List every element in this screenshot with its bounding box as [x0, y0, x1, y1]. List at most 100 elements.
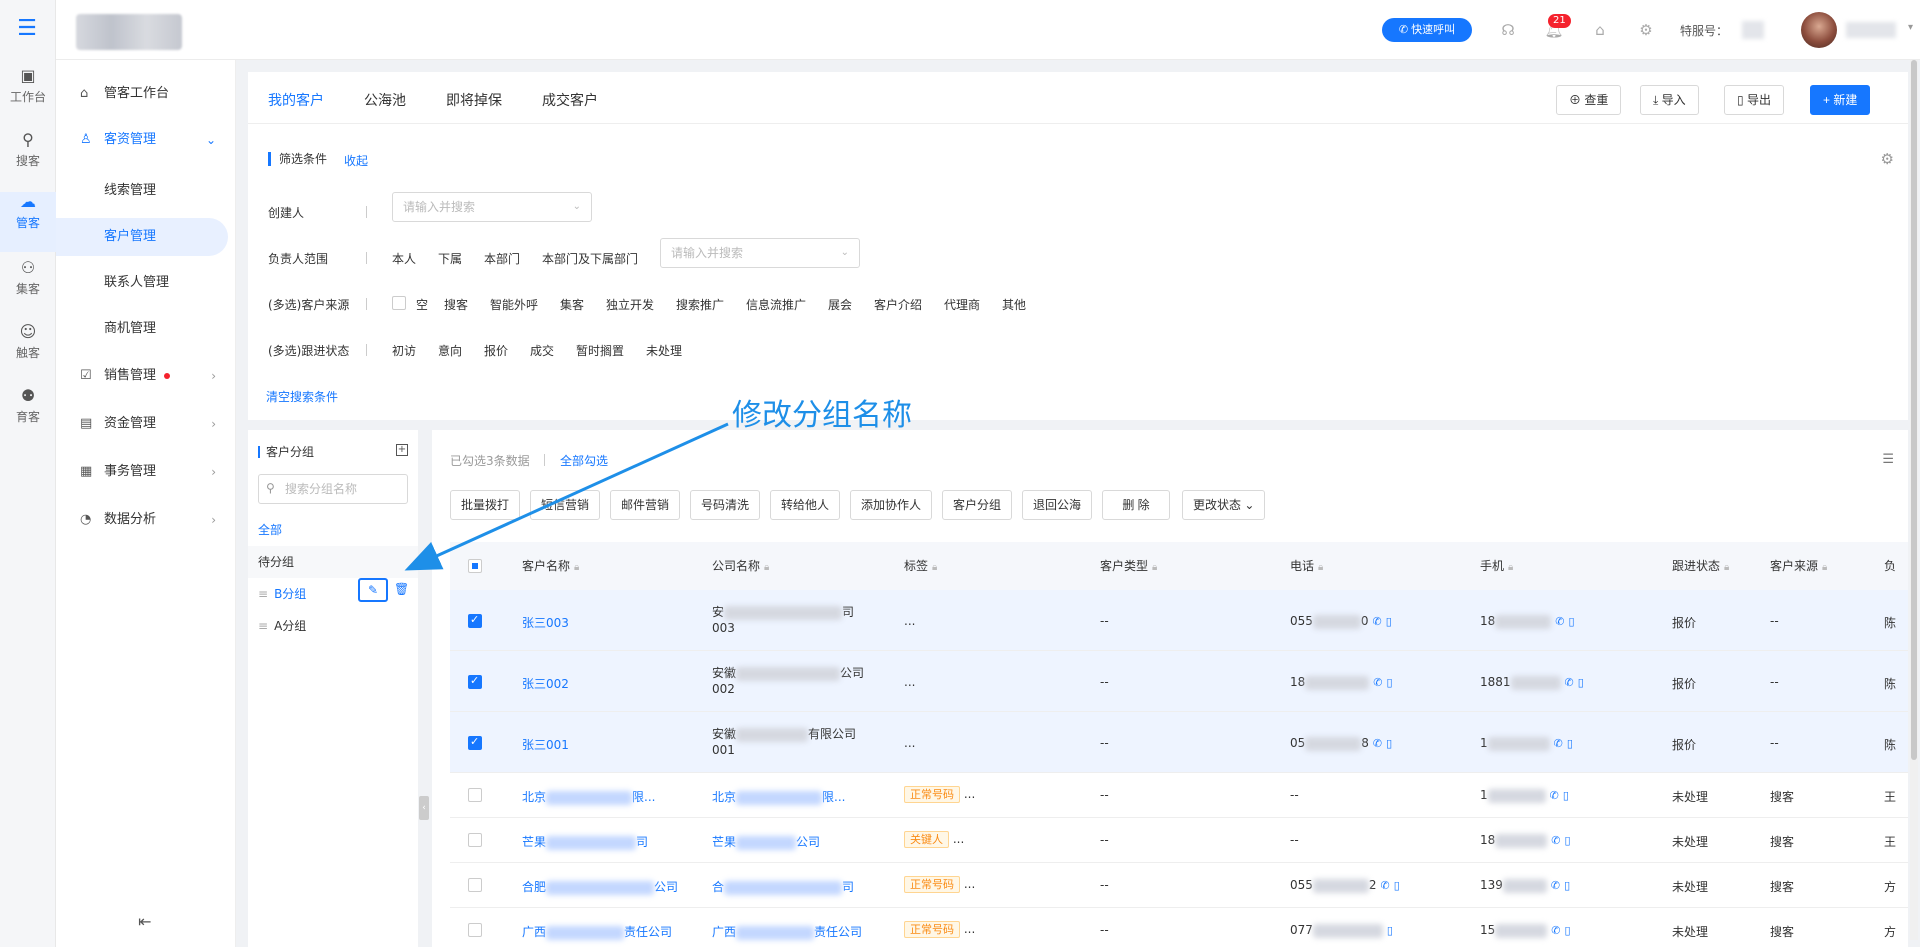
column-header[interactable]: 客户来源 🔒︎ [1770, 542, 1827, 592]
customer-name-link[interactable]: 北京 限... [522, 788, 655, 805]
source-option[interactable]: 空 [416, 296, 428, 313]
phone-call-icon[interactable]: ✆ [1373, 737, 1382, 750]
owner-option[interactable]: 本人 [392, 250, 416, 267]
email-marketing-button[interactable]: 邮件营销 [610, 490, 681, 520]
company-name-link[interactable]: 北京 限... [712, 788, 845, 805]
source-option[interactable]: 代理商 [944, 296, 980, 313]
group-search-input[interactable] [258, 474, 408, 504]
chevron-down-icon[interactable]: ▾ [1908, 22, 1913, 33]
add-collaborator-button[interactable]: 添加协作人 [850, 490, 933, 520]
row-checkbox[interactable] [468, 613, 482, 628]
column-header[interactable]: 跟进状态 🔒︎ [1672, 542, 1729, 592]
status-option[interactable]: 成交 [530, 342, 554, 359]
phone-call-icon[interactable]: ✆ [1551, 924, 1560, 937]
owner-option[interactable]: 本部门及下属部门 [542, 250, 638, 267]
table-row[interactable]: 广西 责任公司 广西 责任公司 正常号码 ... -- 077 ▯ 15 ✆ ▯ 未处理 … [450, 908, 1908, 947]
status-option[interactable]: 未处理 [646, 342, 682, 359]
tag-more[interactable]: ... [964, 922, 975, 936]
sidebar-group-affairs[interactable]: ▦ 事务管理 › [56, 454, 228, 490]
gear-icon[interactable]: ⚙ [1636, 20, 1656, 40]
phone-call-icon[interactable]: ✆ [1555, 615, 1564, 628]
owner-select[interactable]: 请输入并搜索 ⌄ [660, 238, 860, 268]
phone-call-icon[interactable]: ✆ [1565, 676, 1574, 689]
row-checkbox[interactable] [468, 788, 482, 802]
customer-name-link[interactable]: 广西 责任公司 [522, 923, 672, 940]
sidebar-group-analytics[interactable]: ◔ 数据分析 › [56, 502, 228, 538]
dedupe-button[interactable]: ⊕ 查重 [1556, 85, 1622, 115]
phone-call-icon[interactable]: ✆ [1373, 676, 1382, 689]
create-button[interactable]: + 新建 [1810, 85, 1871, 115]
rail-item-collect-customer[interactable]: ⚇ 集客 [0, 258, 56, 318]
tab-public-pool[interactable]: 公海池 [364, 90, 406, 110]
source-option[interactable]: 客户介绍 [874, 296, 922, 313]
return-pool-button[interactable]: 退回公海 [1022, 490, 1093, 520]
company-name-link[interactable]: 合司 [712, 878, 854, 895]
number-cleaning-button[interactable]: 号码清洗 [690, 490, 761, 520]
sidebar-collapse-icon[interactable]: ⇤ [138, 912, 151, 931]
drag-handle-icon[interactable]: ≡ [258, 587, 268, 601]
sidebar-group-customer-mgmt[interactable]: ♙ 客资管理 ⌄ [56, 122, 228, 158]
group-item-b[interactable]: ≡ B分组 [248, 578, 418, 610]
source-option[interactable]: 搜索推广 [676, 296, 724, 313]
gear-icon[interactable]: ⚙ [1881, 150, 1894, 168]
phone-call-icon[interactable]: ✆ [1554, 737, 1563, 750]
customer-name-link[interactable]: 张三001 [522, 736, 569, 753]
group-item-a[interactable]: ≡ A分组 [248, 610, 418, 642]
trash-icon[interactable]: 🗑︎ [394, 582, 409, 596]
customer-name-link[interactable]: 芒果 司 [522, 833, 648, 850]
sidebar-group-sales[interactable]: ☑ 销售管理 › [56, 358, 228, 394]
mobile-icon[interactable]: ▯ [1569, 615, 1575, 628]
row-checkbox[interactable] [468, 923, 482, 937]
rail-item-workbench[interactable]: ▣ 工作台 [0, 66, 56, 126]
mobile-icon[interactable]: ▯ [1387, 924, 1393, 937]
avatar[interactable] [1801, 12, 1837, 48]
hamburger-menu-icon[interactable]: ☰ [16, 18, 38, 40]
source-option[interactable]: 集客 [560, 296, 584, 313]
table-row[interactable]: 北京 限... 北京 限... 正常号码 ... -- -- 1 ✆ ▯ 未处理 搜客 … [450, 773, 1908, 818]
brand-logo[interactable] [76, 14, 182, 50]
status-option[interactable]: 初访 [392, 342, 416, 359]
sidebar-item-contacts[interactable]: 联系人管理 [56, 264, 228, 302]
table-row[interactable]: 张三002 安徽 公司 002 ... -- 18 ✆ ▯ 1881 ✆ ▯ 报价 -- 陈 [450, 651, 1908, 712]
export-button[interactable]: ▯ 导出 [1724, 85, 1784, 115]
status-option[interactable]: 报价 [484, 342, 508, 359]
rail-item-manage-customer[interactable]: ☁ 管客 [0, 192, 56, 252]
sidebar-item-workbench[interactable]: ⌂ 管客工作台 [56, 76, 228, 112]
owner-option[interactable]: 本部门 [484, 250, 520, 267]
source-option[interactable]: 展会 [828, 296, 852, 313]
clear-filters-link[interactable]: 清空搜索条件 [266, 388, 338, 405]
phone-call-icon[interactable]: ✆ [1381, 879, 1390, 892]
group-item-ungrouped[interactable]: 待分组 [248, 546, 418, 578]
status-option[interactable]: 暂时搁置 [576, 342, 624, 359]
delete-button[interactable]: 删 除 [1102, 490, 1170, 520]
mobile-icon[interactable]: ▯ [1564, 879, 1570, 892]
page-scrollbar[interactable] [1910, 60, 1918, 940]
column-header[interactable]: 客户名称 🔒︎ [522, 542, 579, 592]
column-header[interactable]: 标签 🔒︎ [904, 542, 937, 592]
header-checkbox[interactable] [468, 559, 482, 573]
table-row[interactable]: 芒果 司 芒果 公司 关键人 ... -- -- 18 ✆ ▯ 未处理 搜客 王 [450, 818, 1908, 863]
tag-more[interactable]: ... [953, 832, 964, 846]
phone-call-icon[interactable]: ✆ [1551, 834, 1560, 847]
transfer-button[interactable]: 转给他人 [770, 490, 841, 520]
phone-call-icon[interactable]: ✆ [1550, 789, 1559, 802]
sms-marketing-button[interactable]: 短信营销 [530, 490, 601, 520]
row-checkbox[interactable] [468, 735, 482, 750]
mobile-icon[interactable]: ▯ [1386, 737, 1392, 750]
row-checkbox[interactable] [468, 674, 482, 689]
tab-closed-customers[interactable]: 成交客户 [542, 90, 598, 110]
tab-my-customers[interactable]: 我的客户 [268, 90, 324, 126]
headset-icon[interactable]: ☊ [1498, 20, 1518, 40]
row-checkbox[interactable] [468, 878, 482, 892]
mobile-icon[interactable]: ▯ [1567, 737, 1573, 750]
mobile-icon[interactable]: ▯ [1563, 789, 1569, 802]
rail-item-search-customer[interactable]: ⚲ 搜客 [0, 130, 56, 190]
source-option[interactable]: 独立开发 [606, 296, 654, 313]
edit-group-icon[interactable]: ✎ [358, 578, 388, 602]
customer-name-link[interactable]: 张三002 [522, 675, 569, 692]
change-status-button[interactable]: 更改状态 ⌄ [1182, 490, 1266, 520]
select-all-link[interactable]: 全部勾选 [560, 452, 608, 469]
column-header[interactable]: 电话 🔒︎ [1290, 542, 1323, 592]
phone-call-icon[interactable]: ✆ [1551, 879, 1560, 892]
scrollbar-thumb[interactable] [1911, 60, 1917, 760]
